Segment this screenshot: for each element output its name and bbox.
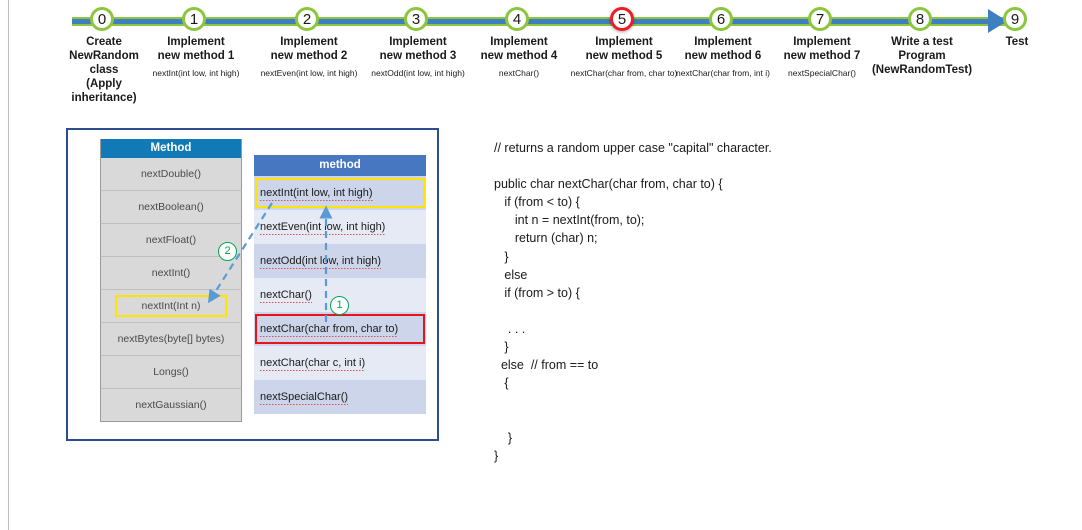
table-row[interactable]: nextSpecialChar()	[254, 380, 426, 414]
table-row[interactable]: nextOdd(int low, int high)	[254, 244, 426, 278]
table-row[interactable]: nextBytes(byte[] bytes)	[100, 323, 242, 356]
timeline-node-0-number: 0	[90, 7, 114, 31]
right-cell-label: nextSpecialChar()	[260, 380, 349, 414]
left-cell-label: nextGaussian()	[135, 399, 207, 411]
timeline-node-4-sub: nextChar()	[498, 68, 540, 78]
table-row-highlighted-yellow[interactable]: nextInt(int low, int high)	[254, 176, 426, 210]
timeline-node-2-number: 2	[295, 7, 319, 31]
table-row[interactable]: nextBoolean()	[100, 191, 242, 224]
table-row[interactable]: nextDouble()	[100, 158, 242, 191]
right-table-header: method	[254, 155, 426, 176]
right-cell-label: nextInt(int low, int high)	[260, 176, 373, 210]
table-row[interactable]: nextGaussian()	[100, 389, 242, 422]
left-cell-label: nextBytes(byte[] bytes)	[117, 333, 225, 345]
left-cell-label: nextDouble()	[140, 168, 202, 180]
left-cell-label: Longs()	[153, 366, 189, 378]
timeline-node-6-title: Implement new method 6	[684, 36, 762, 62]
timeline-node-1-number: 1	[182, 7, 206, 31]
callout-badge-1: 1	[330, 296, 349, 315]
yellow-highlight-box	[115, 295, 227, 317]
timeline-node-7-sub: nextSpecialChar()	[787, 68, 857, 78]
left-cell-label: nextInt()	[151, 267, 191, 279]
right-cell-label: nextOdd(int low, int high)	[260, 244, 382, 278]
callout-badge-2: 2	[218, 242, 237, 261]
left-table-header: Method	[100, 139, 242, 158]
table-row[interactable]: nextChar(char c, int i)	[254, 346, 426, 380]
timeline-track	[72, 17, 1014, 26]
timeline-node-9-number: 9	[1003, 7, 1027, 31]
timeline-node-1-sub: nextInt(int low, int high)	[152, 68, 240, 78]
table-row[interactable]: Longs()	[100, 356, 242, 389]
timeline-node-3-sub: nextOdd(int low, int high)	[371, 68, 465, 78]
table-row-highlighted-yellow[interactable]: nextInt(Int n)	[100, 290, 242, 323]
timeline-node-3-title: Implement new method 3	[379, 36, 457, 62]
code-snippet: // returns a random upper case "capital"…	[494, 141, 772, 463]
timeline-node-6-number: 6	[709, 7, 733, 31]
timeline-node-4-number: 4	[505, 7, 529, 31]
java-random-method-table: Method nextDouble() nextBoolean() nextFl…	[100, 139, 242, 422]
right-cell-label: nextChar(char c, int i)	[260, 346, 366, 380]
timeline-node-9-title: Test	[1005, 36, 1029, 48]
table-row[interactable]: nextInt()	[100, 257, 242, 290]
timeline-node-8-title: Write a test Program (NewRandomTest)	[871, 36, 973, 76]
timeline-node-7-title: Implement new method 7	[783, 36, 861, 62]
new-random-method-table: method nextInt(int low, int high) nextEv…	[254, 155, 426, 414]
timeline-node-5-number: 5	[610, 7, 634, 31]
slide-canvas: 0 Create NewRandom class (Apply inherita…	[0, 0, 1082, 530]
timeline-node-6-sub: nextChar(char from, int i)	[676, 68, 770, 78]
left-cell-label: nextBoolean()	[138, 201, 204, 213]
table-row[interactable]: nextEven(int low, int high)	[254, 210, 426, 244]
timeline-node-5-title: Implement new method 5	[585, 36, 663, 62]
left-cell-label: nextFloat()	[145, 234, 197, 246]
timeline-track-bottom-band	[72, 24, 1014, 26]
table-row-highlighted-red[interactable]: nextChar(char from, char to)	[254, 312, 426, 346]
timeline-node-1-title: Implement new method 1	[157, 36, 235, 62]
process-timeline: 0 Create NewRandom class (Apply inherita…	[0, 0, 1082, 110]
right-cell-label: nextChar(char from, char to)	[260, 312, 399, 346]
timeline-node-2-title: Implement new method 2	[270, 36, 348, 62]
timeline-node-3-number: 3	[404, 7, 428, 31]
right-cell-label: nextEven(int low, int high)	[260, 210, 386, 244]
timeline-node-8-number: 8	[908, 7, 932, 31]
timeline-node-7-number: 7	[808, 7, 832, 31]
timeline-node-4-title: Implement new method 4	[480, 36, 558, 62]
right-cell-label: nextChar()	[260, 278, 312, 312]
